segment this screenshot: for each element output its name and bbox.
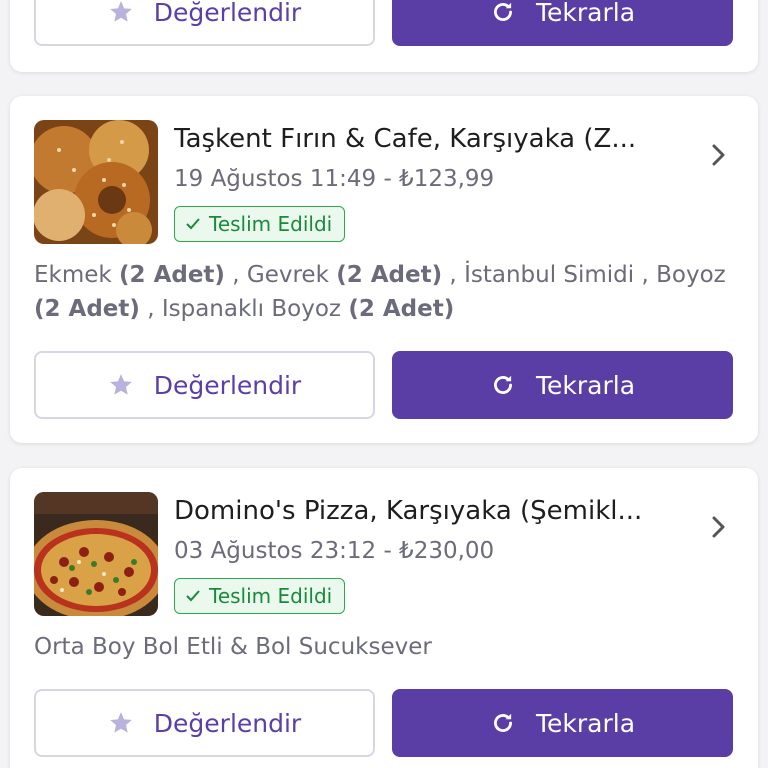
rate-button-label: Değerlendir <box>153 370 302 400</box>
item-qty: (2 Adet) <box>119 262 225 288</box>
bakery-bread-image <box>34 120 158 244</box>
rate-button[interactable]: Değerlendir <box>34 351 375 419</box>
order-date-price: 19 Ağustos 11:49 - ₺123,99 <box>174 166 495 192</box>
status-label: Teslim Edildi <box>209 212 333 236</box>
item-qty: (2 Adet) <box>34 296 140 322</box>
repeat-button[interactable]: Tekrarla <box>392 351 733 419</box>
star-icon <box>109 712 132 733</box>
order-items: Orta Boy Bol Etli & Bol Sucuksever <box>34 630 734 664</box>
refresh-icon <box>494 713 512 732</box>
item-name: Ispanaklı Boyoz <box>161 296 341 322</box>
item-qty: (2 Adet) <box>336 262 443 288</box>
item-name: Orta Boy Bol Etli & Bol Sucuksever <box>34 634 432 660</box>
item-qty: (2 Adet) <box>348 296 455 322</box>
restaurant-name: Domino's Pizza, Karşıyaka (Şemikl... <box>174 496 643 526</box>
chevron-right-icon[interactable] <box>706 512 730 542</box>
repeat-button-label: Tekrarla <box>535 0 636 27</box>
rate-button-label: Değerlendir <box>153 0 302 27</box>
repeat-button-label: Tekrarla <box>535 708 636 738</box>
check-icon <box>186 218 200 230</box>
item-name: Ekmek <box>34 262 112 288</box>
status-badge: Teslim Edildi <box>174 206 346 242</box>
pizza-image <box>34 492 158 616</box>
star-icon <box>109 374 132 395</box>
repeat-button[interactable]: Tekrarla <box>392 0 733 46</box>
check-icon <box>186 590 200 602</box>
order-date-price: 03 Ağustos 23:12 - ₺230,00 <box>174 538 495 564</box>
repeat-button-label: Tekrarla <box>535 370 636 400</box>
rate-button[interactable]: Değerlendir <box>34 689 375 757</box>
order-card[interactable]: Taşkent Fırın & Cafe, Karşıyaka (Z... 19… <box>10 96 758 443</box>
status-badge: Teslim Edildi <box>174 578 346 614</box>
star-icon <box>109 1 132 22</box>
order-card-previous: Değerlendir Tekrarla <box>10 0 758 72</box>
status-label: Teslim Edildi <box>209 584 333 608</box>
refresh-icon <box>494 2 512 21</box>
order-card[interactable]: Domino's Pizza, Karşıyaka (Şemikl... 03 … <box>10 468 758 768</box>
restaurant-name: Taşkent Fırın & Cafe, Karşıyaka (Z... <box>174 124 637 154</box>
repeat-button[interactable]: Tekrarla <box>392 689 733 757</box>
chevron-right-icon[interactable] <box>706 140 730 170</box>
item-name: Boyoz <box>656 262 726 288</box>
rate-button[interactable]: Değerlendir <box>34 0 375 46</box>
item-name: İstanbul Simidi <box>464 262 635 288</box>
item-name: Gevrek <box>246 262 329 288</box>
order-items: Ekmek (2 Adet) , Gevrek (2 Adet) , İstan… <box>34 262 726 322</box>
refresh-icon <box>494 375 512 394</box>
rate-button-label: Değerlendir <box>153 708 302 738</box>
